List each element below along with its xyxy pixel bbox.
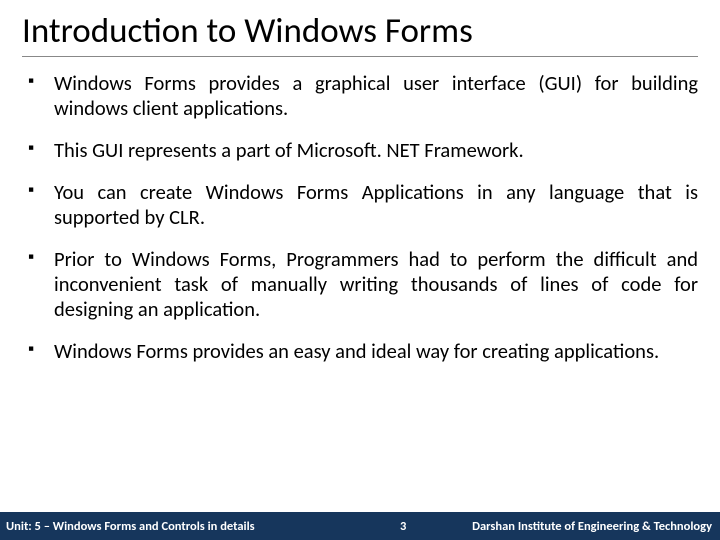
footer-page-number: 3	[400, 519, 406, 534]
footer-institute: Darshan Institute of Engineering & Techn…	[472, 519, 712, 534]
footer-bar: Unit: 5 – Windows Forms and Controls in …	[0, 512, 720, 540]
list-item: Windows Forms provides an easy and ideal…	[28, 339, 698, 364]
list-item: Prior to Windows Forms, Programmers had …	[28, 247, 698, 322]
slide-title: Introduction to Windows Forms	[22, 10, 698, 57]
footer-unit: Unit: 5 – Windows Forms and Controls in …	[6, 519, 255, 534]
bullet-list: Windows Forms provides a graphical user …	[22, 71, 698, 364]
list-item: You can create Windows Forms Application…	[28, 180, 698, 230]
list-item: This GUI represents a part of Microsoft.…	[28, 138, 698, 163]
list-item: Windows Forms provides a graphical user …	[28, 71, 698, 121]
slide: Introduction to Windows Forms Windows Fo…	[0, 0, 720, 540]
